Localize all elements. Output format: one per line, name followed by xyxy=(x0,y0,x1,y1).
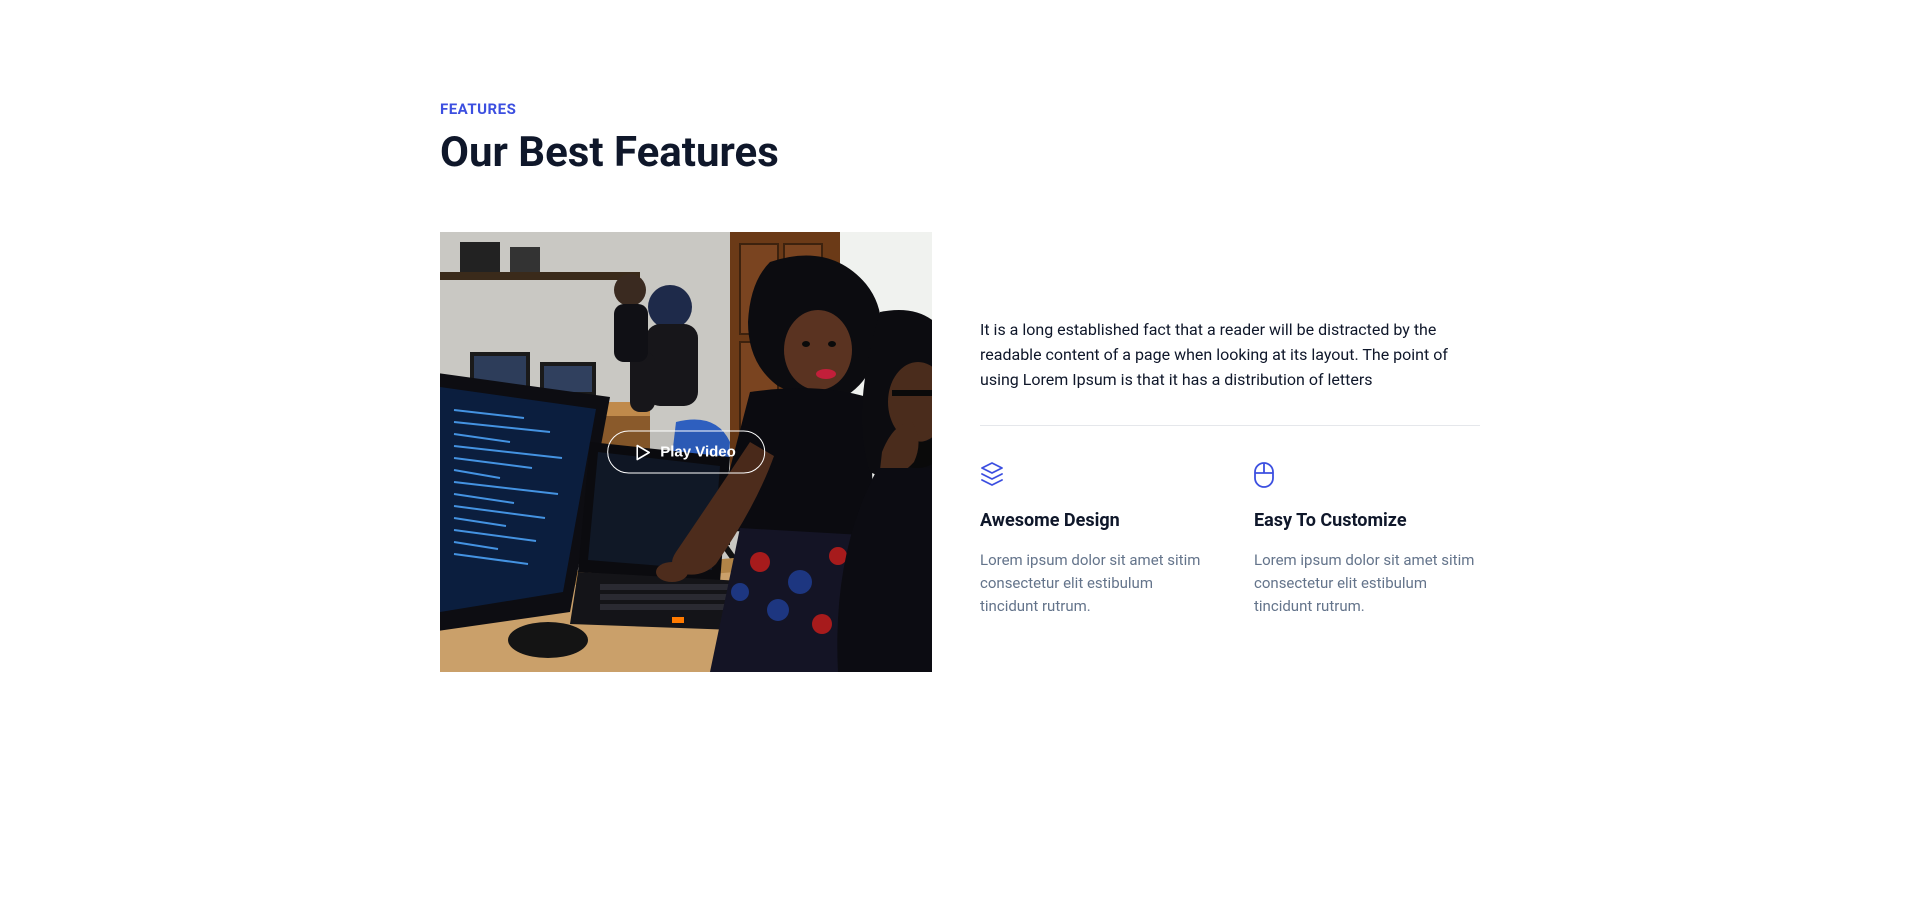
content-row: Play Video It is a long established fact… xyxy=(440,232,1480,672)
section-eyebrow: FEATURES xyxy=(440,100,1480,118)
mouse-icon xyxy=(1254,462,1480,488)
play-video-label: Play Video xyxy=(660,444,736,461)
image-column: Play Video xyxy=(440,232,932,672)
feature-title: Awesome Design xyxy=(980,510,1206,531)
section-description: It is a long established fact that a rea… xyxy=(980,318,1480,392)
layers-icon xyxy=(980,462,1206,488)
hero-image: Play Video xyxy=(440,232,932,672)
divider xyxy=(980,425,1480,426)
text-column: It is a long established fact that a rea… xyxy=(980,232,1480,618)
play-icon xyxy=(636,444,650,460)
feature-easy-to-customize: Easy To Customize Lorem ipsum dolor sit … xyxy=(1254,462,1480,619)
feature-title: Easy To Customize xyxy=(1254,510,1480,531)
section-heading: Our Best Features xyxy=(440,130,1480,176)
feature-awesome-design: Awesome Design Lorem ipsum dolor sit ame… xyxy=(980,462,1206,619)
play-video-button[interactable]: Play Video xyxy=(607,431,765,474)
features-grid: Awesome Design Lorem ipsum dolor sit ame… xyxy=(980,462,1480,619)
feature-text: Lorem ipsum dolor sit amet sitim consect… xyxy=(1254,549,1480,619)
features-section: FEATURES Our Best Features xyxy=(440,0,1480,672)
feature-text: Lorem ipsum dolor sit amet sitim consect… xyxy=(980,549,1206,619)
